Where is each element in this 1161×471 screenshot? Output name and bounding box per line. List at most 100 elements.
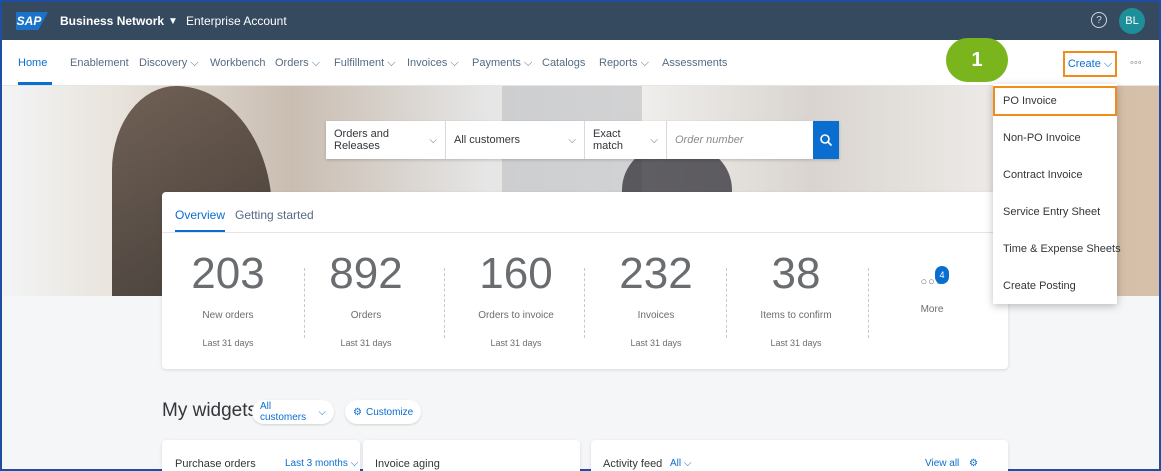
tile-separator	[584, 268, 585, 338]
more-options-icon[interactable]: ◦◦◦	[1130, 57, 1142, 69]
nav-home[interactable]: Home	[18, 57, 47, 69]
nav-orders[interactable]: Orders ⌵	[275, 57, 320, 70]
tile-label: New orders	[202, 310, 254, 321]
menu-item-po-invoice[interactable]: PO Invoice	[1003, 95, 1057, 107]
nav-invoices[interactable]: Invoices ⌵	[407, 57, 459, 70]
help-icon[interactable]: ?	[1091, 12, 1107, 28]
customer-select-value: All customers	[454, 134, 521, 146]
user-avatar[interactable]: BL	[1119, 8, 1145, 34]
order-number-input[interactable]: Order number	[667, 121, 813, 159]
more-count-badge: 4	[935, 266, 949, 284]
tile-label: Invoices	[637, 310, 675, 321]
more-label: More	[920, 304, 944, 315]
nav-orders-label: Orders	[275, 57, 309, 69]
menu-item-time-expense-sheets[interactable]: Time & Expense Sheets	[1003, 243, 1121, 255]
menu-item-contract-invoice[interactable]: Contract Invoice	[1003, 169, 1082, 181]
chevron-down-icon: ⌵	[1103, 57, 1113, 70]
tile-period: Last 31 days	[490, 338, 542, 348]
chevron-down-icon: ⌵	[387, 57, 396, 69]
nav-catalogs[interactable]: Catalogs	[542, 57, 585, 69]
chevron-down-icon: ⌵	[350, 458, 359, 469]
create-menu: PO Invoice Non-PO Invoice Contract Invoi…	[993, 84, 1121, 304]
overview-card: Overview Getting started 203 New orders …	[162, 192, 1008, 369]
nav-reports-label: Reports	[599, 57, 638, 69]
widget-title: Invoice aging	[375, 458, 440, 470]
tile-separator	[444, 268, 445, 338]
chevron-down-icon: ⌵	[523, 57, 533, 69]
search-bar: Orders and Releases ⌵ All customers ⌵ Ex…	[326, 121, 839, 159]
search-button[interactable]	[813, 121, 839, 159]
period-select[interactable]: Last 3 months ⌵	[285, 458, 358, 469]
chevron-down-icon: ⌵	[450, 57, 459, 69]
activity-filter-select[interactable]: All ⌵	[670, 458, 692, 469]
chevron-down-icon: ⌵	[650, 134, 658, 146]
tile-new-orders[interactable]: 203 New orders Last 31 days	[158, 249, 298, 349]
widget-activity-feed: Activity feed All ⌵ View all ⚙	[591, 440, 1008, 471]
step-number-badge: 1	[946, 38, 1008, 82]
account-type: Enterprise Account	[185, 14, 287, 28]
more-dots-icon: ○○○	[920, 276, 944, 288]
nav-fulfillment-label: Fulfillment	[334, 57, 385, 69]
view-all-link[interactable]: View all	[925, 458, 959, 469]
customer-select[interactable]: All customers ⌵	[446, 121, 585, 159]
nav-assessments[interactable]: Assessments	[662, 57, 727, 69]
tile-period: Last 31 days	[630, 338, 682, 348]
chevron-down-icon: ⌵	[640, 57, 649, 69]
create-button[interactable]: Create ⌵	[1063, 51, 1117, 77]
settings-icon[interactable]: ⚙	[969, 458, 978, 469]
chevron-down-icon: ⌵	[311, 57, 321, 69]
search-scope-select[interactable]: Orders and Releases ⌵	[326, 121, 446, 159]
chevron-down-icon: ⌵	[429, 134, 437, 146]
active-tab-indicator	[175, 230, 225, 232]
match-select[interactable]: Exact match ⌵	[585, 121, 667, 159]
create-label: Create	[1067, 58, 1101, 70]
customize-button[interactable]: ⚙ Customize	[345, 400, 421, 424]
tile-items-to-confirm[interactable]: 38 Items to confirm Last 31 days	[726, 249, 866, 349]
tile-value: 203	[191, 249, 265, 298]
tab-getting-started[interactable]: Getting started	[235, 208, 314, 222]
tile-period: Last 31 days	[340, 338, 392, 348]
menu-item-service-entry-sheet[interactable]: Service Entry Sheet	[1003, 206, 1100, 218]
nav-invoices-label: Invoices	[407, 57, 448, 69]
customize-label: Customize	[365, 406, 414, 418]
menu-item-create-posting[interactable]: Create Posting	[1003, 280, 1076, 292]
nav-workbench[interactable]: Workbench	[210, 57, 265, 69]
nav-reports[interactable]: Reports ⌵	[599, 57, 649, 70]
tile-label: Orders to invoice	[478, 310, 554, 321]
tile-orders[interactable]: 892 Orders Last 31 days	[296, 249, 436, 349]
tile-orders-to-invoice[interactable]: 160 Orders to invoice Last 31 days	[446, 249, 586, 349]
period-select-value: Last 3 months	[285, 458, 348, 469]
nav-payments-label: Payments	[472, 57, 521, 69]
match-select-value: Exact match	[593, 128, 623, 152]
tile-invoices[interactable]: 232 Invoices Last 31 days	[586, 249, 726, 349]
widget-invoice-aging: Invoice aging	[363, 440, 580, 471]
nav-discovery[interactable]: Discovery ⌵	[139, 57, 199, 70]
tile-more[interactable]: ○○○ 4 More	[892, 266, 972, 315]
sliders-icon: ⚙	[353, 406, 362, 418]
chevron-down-icon: ⌵	[190, 57, 199, 69]
caret-down-icon[interactable]: ▼	[168, 16, 178, 27]
widgets-customer-filter[interactable]: All customers ⌵	[252, 400, 334, 424]
tab-overview[interactable]: Overview	[175, 208, 225, 222]
nav-enablement[interactable]: Enablement	[70, 57, 129, 69]
tile-value: 160	[479, 249, 553, 298]
chevron-down-icon: ⌵	[683, 458, 692, 469]
search-scope-value: Orders and Releases	[334, 128, 390, 152]
tile-value: 232	[619, 249, 693, 298]
menu-item-non-po-invoice[interactable]: Non-PO Invoice	[1003, 132, 1081, 144]
sap-logo[interactable]: SAP	[16, 12, 48, 30]
tile-value: 38	[771, 249, 821, 298]
nav-fulfillment[interactable]: Fulfillment ⌵	[334, 57, 396, 70]
active-tab-indicator	[18, 82, 52, 85]
chevron-down-icon: ⌵	[318, 406, 326, 418]
business-network-title[interactable]: Business Network	[60, 14, 164, 28]
widgets-customer-label: All customers	[260, 401, 307, 423]
tile-value: 892	[329, 249, 403, 298]
activity-filter-value: All	[670, 458, 682, 469]
search-icon	[820, 134, 833, 147]
shell-bar: SAP Business Network ▼ Enterprise Accoun…	[2, 2, 1159, 40]
nav-payments[interactable]: Payments ⌵	[472, 57, 532, 70]
widget-purchase-orders: Purchase orders Last 3 months ⌵	[162, 440, 360, 471]
tile-label: Items to confirm	[760, 310, 832, 321]
tile-period: Last 31 days	[770, 338, 822, 348]
